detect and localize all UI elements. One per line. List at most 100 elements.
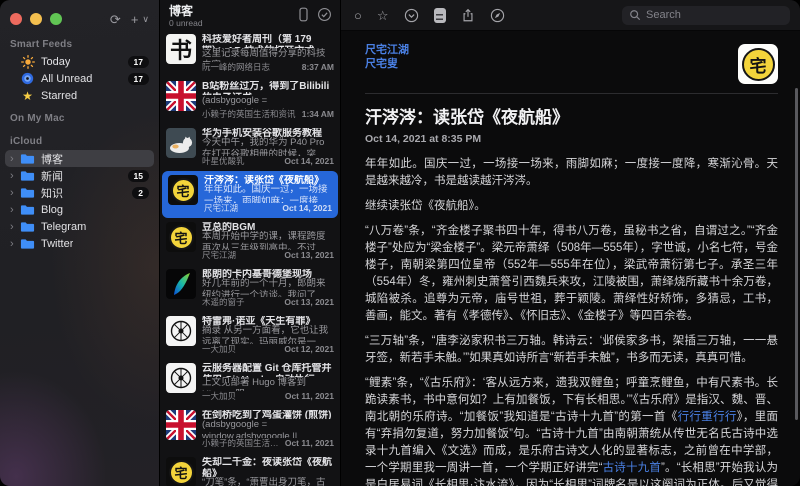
search-input[interactable]: Search xyxy=(622,5,790,25)
article-item-feed: 小赖子的英国生活和资讯 xyxy=(202,438,279,448)
zhai-logo-icon: 宅 xyxy=(166,457,196,486)
article-list-item[interactable]: B站粉丝过万，得到了Bilibili的电子证书(adsbygoogle = wi… xyxy=(160,77,340,124)
article-author-link[interactable]: 尺宅叟 xyxy=(365,58,409,71)
article-list-item[interactable]: 宅豆总的BGM本周开始中学的课，课程跨度再次从三年级到高中。不过好在是包含但不限… xyxy=(160,218,340,265)
reader-view-icon[interactable] xyxy=(433,7,446,23)
article-item-title: 特雷弗·诺亚《天生有罪》 xyxy=(202,316,316,326)
zoom-window-button[interactable] xyxy=(50,13,62,25)
feed-icon: 宅 xyxy=(166,222,196,252)
article-item-preview: 好几年前的一个十月，郎朗来纽约进行一个访谈。我问了他一个问题：你有… xyxy=(202,278,326,297)
unread-badge: 17 xyxy=(127,72,149,85)
share-icon[interactable] xyxy=(461,8,475,23)
article-list-item[interactable]: 云服务器配置 Git 仓库托管并使用 Git Hooks 自动执行脚本上文见部署… xyxy=(160,359,340,406)
article-feed-link[interactable]: 尺宅江湖 xyxy=(365,44,409,57)
sidebar-folder-label: 新闻 xyxy=(41,170,63,183)
sidebar-folder-label: Twitter xyxy=(41,237,74,250)
sidebar-folder-label: 博客 xyxy=(41,153,63,166)
article-item-meta: 叶星优酸乳 Oct 14, 2021 xyxy=(202,156,334,167)
unread-badge: 15 xyxy=(127,169,149,182)
article-list-item[interactable]: 郎朗的卡内基哥德堡现场好几年前的一个十月，郎朗来纽约进行一个访谈。我问了他一个问… xyxy=(160,265,340,312)
timeline-unread-count: 0 unread xyxy=(169,18,203,28)
feed-icon xyxy=(166,128,196,158)
article-item-meta: 一大加贝 Oct 11, 2021 xyxy=(202,391,334,402)
article-item-preview: (adsbygoogle = window.adsbygoogle || [])… xyxy=(202,419,298,438)
disclosure-icon[interactable]: › xyxy=(10,170,20,182)
folder-icon xyxy=(20,238,35,249)
article-list-item[interactable]: 在剑桥吃到了鸡蛋灌饼 (煎饼) (adsbygoogle = window.ads… xyxy=(160,406,340,453)
zhai-logo-icon: 宅 xyxy=(168,175,198,205)
article-item-feed: 小赖子的英国生活和资讯 xyxy=(202,109,296,119)
sidebar-folder-新闻[interactable]: › 新闻 15 xyxy=(5,167,154,184)
sidebar-folder-博客[interactable]: › 博客 xyxy=(5,150,154,167)
folder-icon xyxy=(20,170,35,181)
article-item-feed: 一大加贝 xyxy=(202,344,237,354)
hide-read-icon[interactable] xyxy=(297,7,310,22)
sidebar-folder-blog[interactable]: › Blog xyxy=(5,201,154,218)
disclosure-icon[interactable]: › xyxy=(10,204,20,216)
sidebar-folder-telegram[interactable]: › Telegram xyxy=(5,218,154,235)
star-article-icon[interactable]: ☆ xyxy=(377,9,389,22)
add-chevron-icon[interactable]: ∨ xyxy=(142,14,149,24)
uk-flag-icon xyxy=(166,410,196,440)
article-item-preview: 这里记录每周值得分享的科技内容，… xyxy=(202,48,326,62)
article-list-item[interactable]: 宅汗涔涔：读张岱《夜航船》年年如此。国庆一过，一场接一场来，雨脚如麻；一度接一度… xyxy=(162,171,338,218)
refresh-icon[interactable]: ⟳ xyxy=(110,13,121,26)
close-window-button[interactable] xyxy=(10,13,22,25)
article-item-meta: 小赖子的英国生活和资讯 1:34 AM xyxy=(202,109,334,120)
detail-panel: ○ ☆ Search 尺宅江湖 尺宅叟 宅 汗涔涔：读张岱《夜航船》 Oct 1… xyxy=(341,0,800,486)
feed-avatar: 宅 xyxy=(738,44,778,84)
paragraph-text: 继续读张岱《夜航船》。 xyxy=(365,200,486,212)
article-item-date: Oct 14, 2021 xyxy=(282,203,332,213)
article-paragraph: 继续读张岱《夜航船》。 xyxy=(365,198,778,215)
sidebar: ⟳ + ∨ Smart Feeds Today 17 All Unread 17 ★ St… xyxy=(0,0,160,486)
mark-all-read-icon[interactable] xyxy=(317,7,332,22)
wheel-logo-icon xyxy=(166,316,196,346)
article-item-date: Oct 11, 2021 xyxy=(284,438,334,448)
article-list-item[interactable]: 书科技爱好者周刊（第 179 期）：AR 技术的打开方式这里记录每周值得分享的科… xyxy=(160,30,340,77)
sidebar-item-label: All Unread xyxy=(41,72,93,85)
add-feed-icon[interactable]: + xyxy=(131,13,139,26)
sidebar-folder-label: Telegram xyxy=(41,220,87,233)
sidebar-item-starred[interactable]: ★ Starred xyxy=(5,87,154,104)
paragraph-text: “三万轴”条，“唐李泌家积书三万轴。韩诗云：‘邺侯家多书，架插三万轴，一一悬牙签… xyxy=(365,335,778,364)
section-icloud: iCloud xyxy=(10,136,43,147)
disclosure-icon[interactable]: › xyxy=(10,153,20,165)
next-unread-icon[interactable] xyxy=(404,8,419,23)
folder-icon xyxy=(20,153,35,164)
wheel-logo-icon xyxy=(166,363,196,393)
article-item-meta: 尺宅江湖 Oct 13, 2021 xyxy=(202,250,334,261)
search-icon xyxy=(630,10,641,21)
disclosure-icon[interactable]: › xyxy=(10,238,20,250)
disclosure-icon[interactable]: › xyxy=(10,221,20,233)
article-item-title: 华为手机安装谷歌服务教程 xyxy=(202,128,322,138)
sidebar-folder-知识[interactable]: › 知识 2 xyxy=(5,184,154,201)
article-item-date: Oct 11, 2021 xyxy=(284,391,334,401)
mark-read-circle-icon[interactable]: ○ xyxy=(354,9,362,22)
cat-icon xyxy=(166,128,196,158)
article-list-item[interactable]: 特雷弗·诺亚《天生有罪》摘录 从另一方面看，它也让我远离了现实。玛丽威尔是一块现… xyxy=(160,312,340,359)
section-on-my-mac: On My Mac xyxy=(10,113,65,124)
minimize-window-button[interactable] xyxy=(30,13,42,25)
inline-link[interactable]: 古诗十九首 xyxy=(602,462,661,474)
sidebar-folder-label: 知识 xyxy=(41,187,63,200)
article-list-item[interactable]: 宅失却二千金：夜读张岱《夜航船》“刀笔”条，“萧曹出身刀笔，古者用版… xyxy=(160,453,340,486)
article-item-date: Oct 12, 2021 xyxy=(284,344,334,354)
article-item-date: 1:34 AM xyxy=(301,109,334,119)
sidebar-item-all-unread[interactable]: All Unread 17 xyxy=(5,70,154,87)
disclosure-icon[interactable]: › xyxy=(10,187,20,199)
article-list-item[interactable]: 华为手机安装谷歌服务教程 今天中午，我的华为 P40 Pro 在打开谷歌相册的时候… xyxy=(160,124,340,171)
open-in-browser-icon[interactable] xyxy=(490,8,505,23)
star-icon: ★ xyxy=(22,88,33,103)
zhai-logo-icon: 宅 xyxy=(741,47,775,81)
article-title: 汗涔涔：读张岱《夜航船》 xyxy=(365,108,569,127)
detail-scrollbar[interactable] xyxy=(795,88,798,420)
article-item-title: 失却二千金：夜读张岱《夜航船》 xyxy=(202,457,332,477)
unread-badge: 2 xyxy=(132,186,149,199)
timeline-title: 博客 xyxy=(169,4,194,18)
inline-link[interactable]: 行行重行行 xyxy=(678,411,737,423)
feed-icon: 宅 xyxy=(166,457,196,486)
sidebar-folder-twitter[interactable]: › Twitter xyxy=(5,235,154,252)
article-item-meta: 尺宅江湖 Oct 14, 2021 xyxy=(204,203,332,214)
article-date: Oct 14, 2021 at 8:35 PM xyxy=(365,133,482,145)
sidebar-item-today[interactable]: Today 17 xyxy=(5,53,154,70)
